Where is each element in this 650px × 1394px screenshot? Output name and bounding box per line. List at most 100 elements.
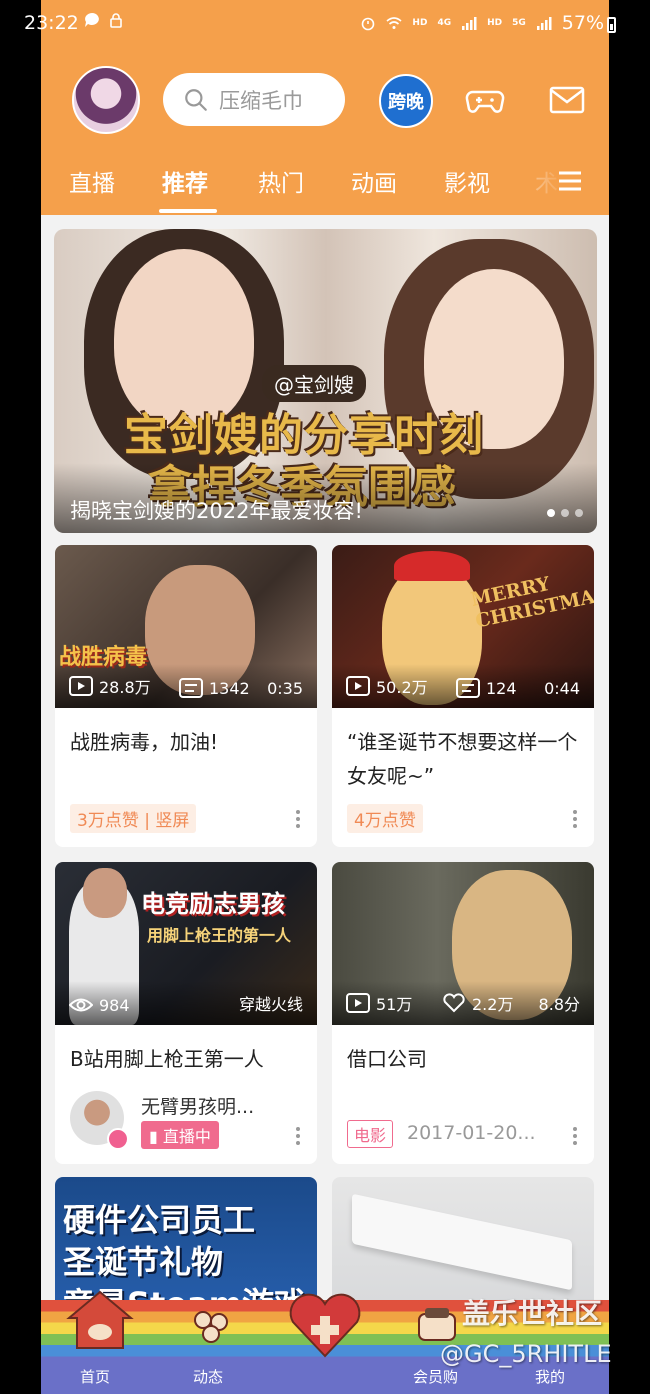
status-time: 23:22 [24, 12, 79, 34]
thumb-caption: 电竞励志男孩 [141, 890, 285, 918]
nav-home[interactable]: 首页 [80, 1366, 110, 1387]
video-title: 借口公司 [347, 1047, 427, 1071]
carousel-dots [547, 509, 583, 517]
status-bar: 23:22 HD 4G HD 5G 57% [0, 0, 650, 50]
tab-recommend[interactable]: 推荐 [162, 164, 208, 198]
watermark-community: 盖乐世社区 [462, 1297, 603, 1330]
app-screen: 压缩毛巾 跨晚 直播 推荐 热门 动画 影视 术 [41, 0, 609, 1394]
category-tag: 电影 [347, 1120, 394, 1148]
thumb-stats: 28.8万 1342 0:35 [55, 664, 317, 708]
video-title: B站用脚上枪王第一人 [70, 1047, 264, 1071]
notification-icons [84, 12, 124, 28]
thumb-face [83, 868, 127, 918]
battery-icon [607, 17, 616, 33]
user-avatar[interactable] [72, 66, 140, 134]
kuawan-badge-button[interactable]: 跨晚 [379, 74, 433, 128]
thumb-stats: 984 穿越火线 [55, 981, 317, 1025]
video-tag: 3万点赞 | 竖屏 [70, 804, 197, 833]
network-5g: 5G [512, 18, 526, 28]
like-count: 2.2万 [442, 991, 513, 1015]
nav-shop[interactable]: 会员购 [413, 1366, 458, 1387]
search-bar[interactable]: 压缩毛巾 [163, 73, 345, 126]
verified-icon [107, 1128, 129, 1150]
play-icon [346, 676, 370, 696]
search-icon [185, 88, 207, 111]
carousel-dot [561, 509, 569, 517]
network-hd1: HD [412, 18, 428, 28]
carousel-dot-active [547, 509, 555, 517]
battery-level: 57% [561, 12, 604, 34]
release-date: 2017-01-20... [407, 1122, 536, 1144]
view-count: 984 [69, 995, 130, 1015]
thumb-caption-1: 硬件公司员工 [63, 1201, 256, 1239]
active-tab-indicator [159, 209, 217, 213]
status-right: HD 4G HD 5G 57% [360, 12, 604, 34]
tab-live[interactable]: 直播 [69, 164, 115, 198]
eye-icon [69, 998, 93, 1012]
danmaku-icon [456, 678, 480, 698]
mail-icon[interactable] [547, 80, 587, 120]
santa-hat [394, 551, 470, 581]
video-title: 战胜病毒，加油! [70, 730, 219, 754]
wifi-icon [386, 17, 402, 29]
video-card[interactable]: 电竞励志男孩 用脚上枪王的第一人 984 穿越火线 B站用脚上枪王第一人 无臂男… [55, 862, 317, 1164]
thumb-stats: 51万 2.2万 8.8分 [332, 981, 594, 1025]
duration: 0:44 [544, 679, 580, 698]
view-count: 28.8万 [69, 674, 151, 698]
tab-film[interactable]: 影视 [444, 164, 490, 198]
uploader-name[interactable]: 无臂男孩明... [141, 1092, 254, 1119]
network-hd2: HD [487, 18, 503, 28]
banner-carousel[interactable]: @宝剑嫂 宝剑嫂的分享时刻 拿捏冬季氛围感 揭晓宝剑嫂的2022年最爱妆容! [54, 229, 597, 533]
alarm-icon [362, 17, 375, 31]
danmaku-count: 124 [456, 678, 517, 698]
play-icon [69, 676, 93, 696]
video-title: “谁圣诞节不想要这样一个女友呢~” [347, 730, 578, 788]
nav-dynamic[interactable]: 动态 [193, 1366, 223, 1387]
product-image [352, 1193, 572, 1291]
video-tag: 4万点赞 [347, 804, 423, 833]
more-icon[interactable] [572, 1126, 578, 1146]
video-thumbnail: 战胜病毒 28.8万 1342 0:35 [55, 545, 317, 708]
network-4g: 4G [437, 18, 452, 28]
live-badge[interactable]: ▮ 直播中 [141, 1121, 219, 1149]
channel-tabs: 直播 推荐 热门 动画 影视 术 [41, 160, 609, 215]
signal-icon [536, 17, 552, 30]
live-icon: ▮ [149, 1127, 163, 1146]
video-card[interactable]: MERRY CHRISTMAS 50.2万 124 0:44 “谁圣诞节不想要这… [332, 545, 594, 847]
view-count: 51万 [346, 991, 412, 1015]
search-placeholder: 压缩毛巾 [219, 88, 303, 113]
category-label: 穿越火线 [238, 995, 303, 1014]
dynamic-icon[interactable] [191, 1308, 231, 1344]
video-thumbnail: 51万 2.2万 8.8分 [332, 862, 594, 1025]
video-card[interactable]: 战胜病毒 28.8万 1342 0:35 战胜病毒，加油! 3万点赞 | 竖屏 [55, 545, 317, 847]
more-icon[interactable] [572, 809, 578, 829]
video-card[interactable]: 51万 2.2万 8.8分 借口公司 电影 2017-01-20... [332, 862, 594, 1164]
score: 8.8分 [538, 995, 580, 1014]
banner-caption: 揭晓宝剑嫂的2022年最爱妆容! [70, 499, 363, 523]
video-thumbnail: 电竞励志男孩 用脚上枪王的第一人 984 穿越火线 [55, 862, 317, 1025]
home-icon[interactable] [65, 1290, 135, 1350]
banner-tag: @宝剑嫂 [262, 365, 366, 402]
duration: 0:35 [267, 679, 303, 698]
publish-heart-icon[interactable] [287, 1292, 363, 1360]
nav-mine[interactable]: 我的 [535, 1366, 565, 1387]
tab-hot[interactable]: 热门 [258, 164, 304, 198]
gamepad-icon[interactable] [465, 80, 505, 120]
play-icon [346, 993, 370, 1013]
watermark-handle: @GC_5RHITLE [440, 1340, 612, 1368]
thumb-stats: 50.2万 124 0:44 [332, 664, 594, 708]
danmaku-count: 1342 [179, 678, 250, 698]
menu-icon[interactable] [557, 168, 583, 194]
thumb-caption-2: 圣诞节礼物 [63, 1243, 224, 1281]
carousel-dot [575, 509, 583, 517]
danmaku-icon [179, 678, 203, 698]
view-count: 50.2万 [346, 674, 428, 698]
lock-icon [110, 13, 122, 28]
thumb-caption: MERRY CHRISTMAS [468, 572, 594, 633]
more-icon[interactable] [295, 809, 301, 829]
tab-anime[interactable]: 动画 [351, 164, 397, 198]
heart-icon [443, 993, 465, 1013]
video-thumbnail: MERRY CHRISTMAS 50.2万 124 0:44 [332, 545, 594, 708]
thumb-subcaption: 用脚上枪王的第一人 [147, 926, 292, 945]
more-icon[interactable] [295, 1126, 301, 1146]
